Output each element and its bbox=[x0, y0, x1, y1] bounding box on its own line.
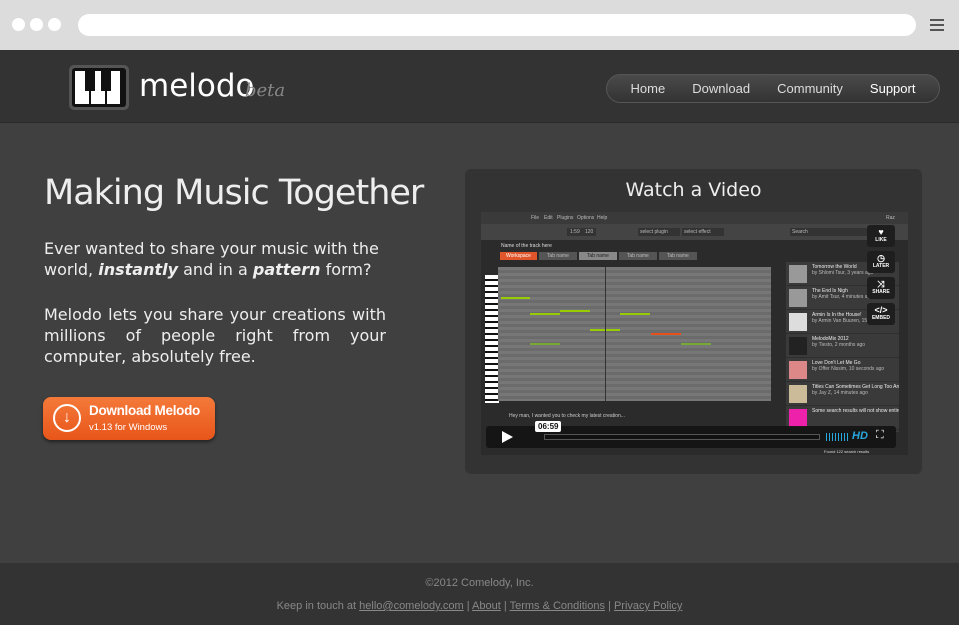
tab: Tab name bbox=[538, 252, 577, 260]
nav-home[interactable]: Home bbox=[631, 81, 666, 96]
window-maximize-dot[interactable] bbox=[48, 18, 61, 31]
download-melodo-button[interactable]: ↓ Download Melodo v1.13 for Windows bbox=[43, 397, 215, 440]
track-name: Name of the track here bbox=[501, 243, 552, 249]
main-nav: Home Download Community Support bbox=[606, 74, 940, 103]
timecode: 06:59 bbox=[535, 421, 562, 432]
app-tabs: Workspace Tab name Tab name Tab name Tab… bbox=[500, 252, 697, 260]
keep-in-touch-text: Keep in touch at bbox=[276, 600, 360, 612]
app-search: Search bbox=[790, 228, 870, 236]
app-menubar: File Edit Plugins Options Help Raz bbox=[481, 212, 908, 224]
like-button[interactable]: ♥ LIKE bbox=[867, 225, 895, 247]
effect-select: select effect bbox=[682, 228, 724, 236]
separator: | bbox=[463, 600, 473, 612]
list-item: Love Don't Let Me Go by Offer Nissim, 10 … bbox=[786, 358, 899, 382]
tab: Tab name bbox=[658, 252, 697, 260]
menu-help: Help bbox=[597, 215, 608, 221]
hamburger-menu-icon[interactable] bbox=[930, 19, 944, 34]
note bbox=[560, 310, 590, 312]
melodo-logo-icon[interactable] bbox=[69, 65, 129, 110]
privacy-link[interactable]: Privacy Policy bbox=[614, 600, 682, 612]
hd-toggle[interactable]: HD bbox=[852, 430, 868, 442]
intro-text: form? bbox=[320, 260, 372, 279]
menu-plugins: Plugins bbox=[557, 215, 574, 221]
play-icon[interactable] bbox=[502, 431, 513, 443]
brand-tag: beta bbox=[245, 80, 286, 101]
separator: | bbox=[604, 600, 614, 612]
footer-links: Keep in touch at hello@comelody.com | Ab… bbox=[0, 600, 959, 612]
plugin-select: select plugin bbox=[638, 228, 680, 236]
nav-community[interactable]: Community bbox=[777, 81, 843, 96]
tab: Tab name bbox=[578, 252, 617, 260]
volume-icon[interactable] bbox=[826, 433, 848, 441]
intro-emphasis: instantly bbox=[98, 260, 179, 279]
time-field: 1:59 bbox=[567, 228, 583, 236]
window-minimize-dot[interactable] bbox=[30, 18, 43, 31]
note bbox=[681, 343, 711, 345]
clock-icon: ◷ bbox=[877, 253, 885, 263]
found-count: Found 122 search results bbox=[824, 449, 870, 454]
later-button[interactable]: ◷ LATER bbox=[867, 251, 895, 273]
share-icon: ⤨ bbox=[877, 279, 885, 289]
tab: Tab name bbox=[618, 252, 657, 260]
nav-support[interactable]: Support bbox=[870, 81, 916, 96]
download-version: v1.13 for Windows bbox=[89, 422, 168, 433]
code-icon: </> bbox=[874, 305, 888, 315]
note bbox=[530, 313, 560, 315]
brand-name[interactable]: melodo bbox=[139, 68, 255, 104]
video-title: Watch a Video bbox=[625, 179, 762, 201]
note bbox=[620, 313, 650, 315]
download-arrow-icon: ↓ bbox=[53, 404, 81, 432]
menu-user: Raz bbox=[886, 215, 895, 221]
bpm-field: 120 bbox=[582, 228, 597, 236]
separator: | bbox=[500, 600, 510, 612]
embed-button[interactable]: </> EMBED bbox=[867, 303, 895, 325]
list-item: Titles Can Sometimes Get Long Too And...… bbox=[786, 382, 899, 406]
fullscreen-icon[interactable]: ⛶ bbox=[876, 429, 884, 442]
note bbox=[530, 343, 560, 345]
hero-intro: Ever wanted to share your music with the… bbox=[44, 238, 386, 280]
pattern-grid bbox=[498, 267, 771, 401]
menu-options: Options bbox=[577, 215, 595, 221]
app-toolbar: 1:59 120 select plugin select effect Sea… bbox=[481, 224, 908, 240]
share-button[interactable]: ⤨ SHARE bbox=[867, 277, 895, 299]
note bbox=[651, 333, 681, 335]
note bbox=[501, 297, 530, 299]
hero-title: Making Music Together bbox=[44, 173, 424, 213]
menu-file: File bbox=[531, 215, 540, 221]
window-close-dot[interactable] bbox=[12, 18, 25, 31]
nav-download[interactable]: Download bbox=[692, 81, 750, 96]
tab-workspace: Workspace bbox=[500, 252, 537, 260]
intro-text: and in a bbox=[178, 260, 253, 279]
heart-icon: ♥ bbox=[878, 227, 884, 237]
seek-bar[interactable] bbox=[544, 434, 820, 440]
piano-keys bbox=[485, 275, 499, 403]
playhead bbox=[605, 267, 606, 401]
list-item: MelodoMix 2012 by Tiesto, 2 months ago bbox=[786, 334, 899, 358]
about-link[interactable]: About bbox=[472, 600, 501, 612]
site-footer: ©2012 Comelody, Inc. Keep in touch at he… bbox=[0, 563, 959, 625]
browser-chrome bbox=[0, 0, 959, 50]
menu-edit: Edit bbox=[544, 215, 553, 221]
download-label: Download Melodo bbox=[89, 403, 200, 418]
comment-text: Hey man, I wanted you to check my latest… bbox=[509, 413, 625, 419]
address-bar[interactable] bbox=[78, 14, 916, 36]
terms-link[interactable]: Terms & Conditions bbox=[510, 600, 605, 612]
email-link[interactable]: hello@comelody.com bbox=[359, 600, 464, 612]
video-player[interactable]: File Edit Plugins Options Help Raz 1:59 … bbox=[481, 212, 908, 455]
player-controls: 06:59 HD ⛶ bbox=[486, 421, 896, 448]
hero-description: Melodo lets you share your creations wit… bbox=[44, 305, 386, 366]
copyright: ©2012 Comelody, Inc. bbox=[425, 577, 534, 589]
intro-emphasis: pattern bbox=[252, 260, 321, 279]
